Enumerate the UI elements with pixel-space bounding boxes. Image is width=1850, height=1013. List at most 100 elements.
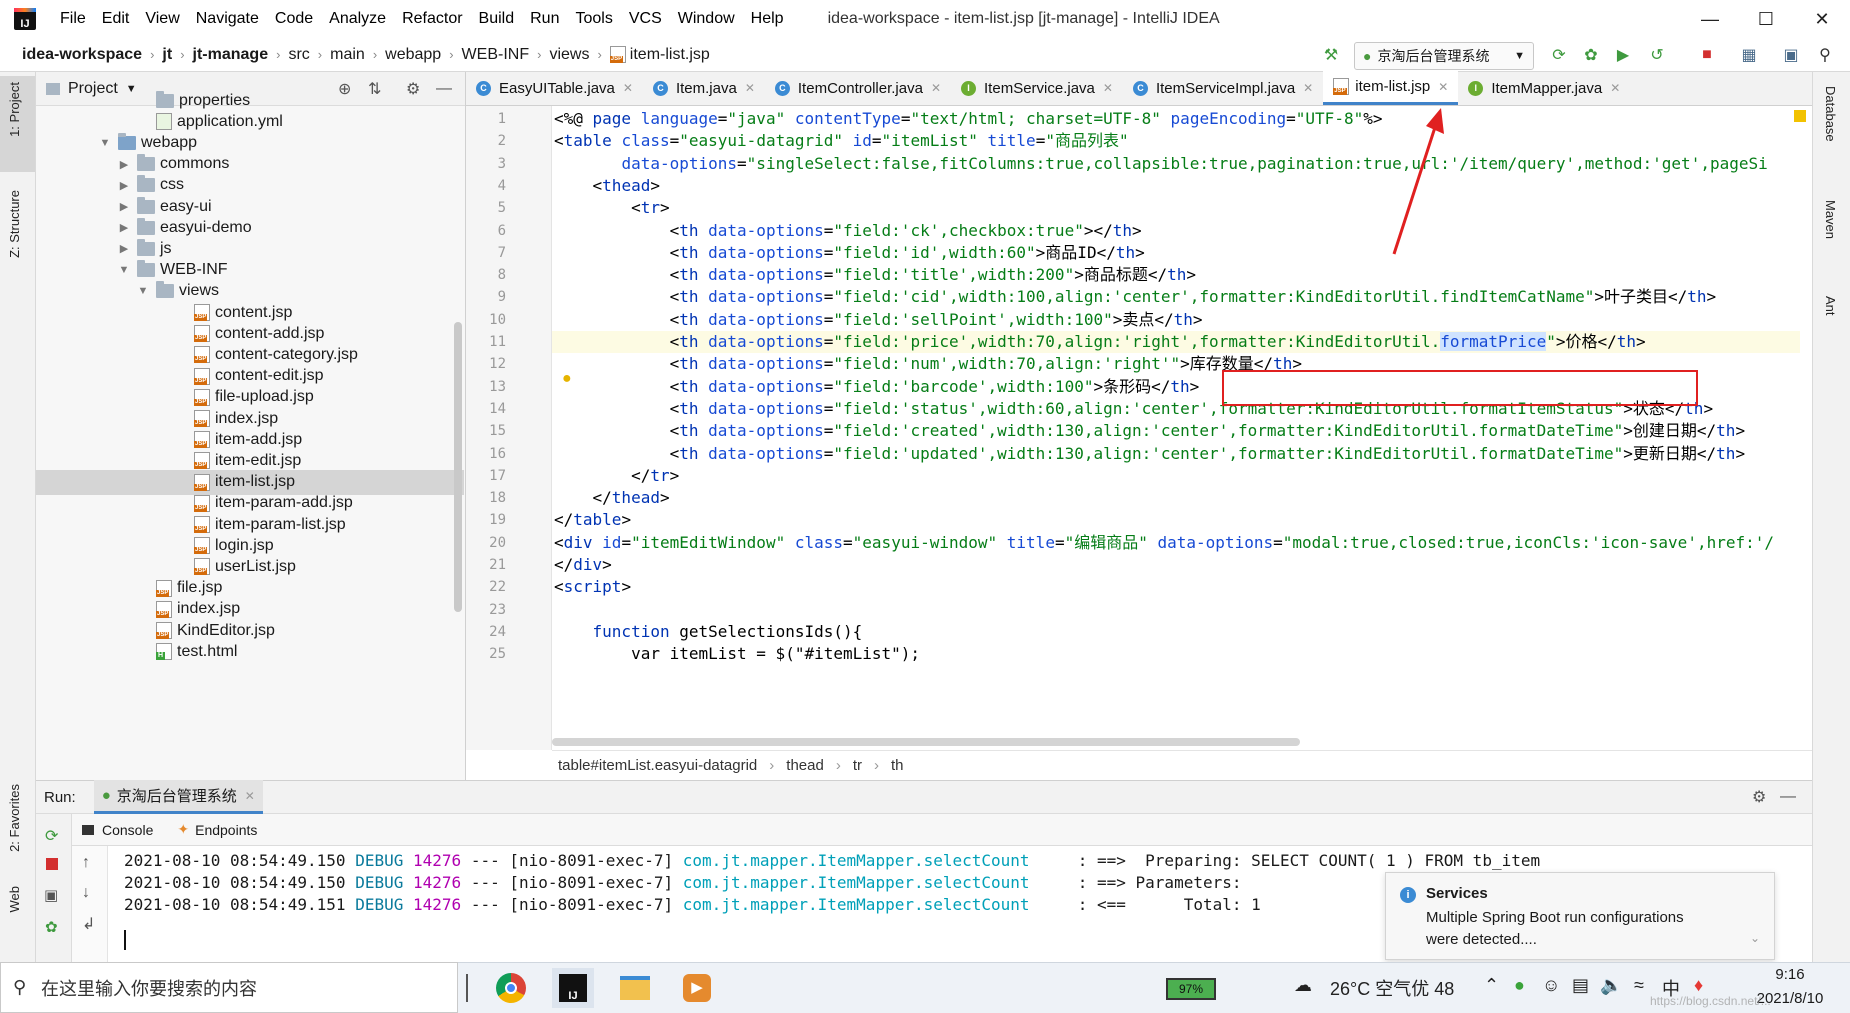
- project-structure-icon[interactable]: ▦: [1738, 44, 1760, 66]
- menu-vcs[interactable]: VCS: [621, 0, 670, 38]
- close-tab-icon[interactable]: ✕: [745, 81, 755, 95]
- file-explorer-icon[interactable]: [614, 968, 656, 1008]
- close-tab-icon[interactable]: ✕: [245, 789, 255, 803]
- breadcrumb-item[interactable]: idea-workspace: [22, 46, 144, 64]
- debug-icon[interactable]: ✿: [1580, 44, 1602, 66]
- editor-tab[interactable]: C ItemController.java ✕: [765, 71, 951, 105]
- run-config-dropdown[interactable]: ● 京淘后台管理系统 ▼: [1354, 42, 1534, 70]
- collapse-arrow-icon[interactable]: ▶: [117, 158, 131, 171]
- editor-tab[interactable]: C EasyUITable.java ✕: [466, 71, 643, 105]
- rerun-icon[interactable]: ⟳: [45, 826, 58, 846]
- ant-tool-tab[interactable]: Ant: [1823, 296, 1838, 316]
- close-tab-icon[interactable]: ✕: [931, 81, 941, 95]
- profile-icon[interactable]: ↺: [1646, 44, 1668, 66]
- database-tool-tab[interactable]: Database: [1823, 86, 1838, 142]
- expand-arrow-icon[interactable]: ▼: [117, 264, 131, 276]
- collapse-arrow-icon[interactable]: ▶: [117, 200, 131, 213]
- favorites-tool-tab[interactable]: 2: Favorites: [0, 780, 35, 876]
- structure-tool-tab[interactable]: Z: Structure: [0, 184, 35, 300]
- lightbulb-icon[interactable]: ●: [562, 370, 572, 388]
- task-view-icon[interactable]: [466, 974, 468, 1002]
- project-tool-tab[interactable]: 1: Project: [0, 76, 35, 172]
- collapse-arrow-icon[interactable]: ▶: [117, 242, 131, 255]
- network-icon[interactable]: ▤: [1572, 975, 1589, 996]
- breadcrumb-item[interactable]: item-list.jsp: [609, 46, 712, 64]
- close-tab-icon[interactable]: ✕: [1438, 80, 1448, 94]
- breadcrumb-item[interactable]: main: [330, 46, 367, 64]
- stop-icon[interactable]: [46, 858, 58, 870]
- editor-tab[interactable]: C ItemServiceImpl.java ✕: [1123, 71, 1323, 105]
- build-hammer-icon[interactable]: ⚒: [1320, 44, 1342, 66]
- tree-item[interactable]: test.html: [36, 639, 464, 664]
- menu-run[interactable]: Run: [522, 0, 567, 38]
- close-tab-icon[interactable]: ✕: [623, 81, 633, 95]
- expand-arrow-icon[interactable]: ▼: [136, 285, 150, 297]
- menu-help[interactable]: Help: [743, 0, 792, 38]
- chevron-down-icon[interactable]: ⌄: [1750, 931, 1760, 945]
- close-tab-icon[interactable]: ✕: [1303, 81, 1313, 95]
- intellij-taskbar-icon[interactable]: IJ: [552, 968, 594, 1008]
- arrow-up-icon[interactable]: ↑: [82, 854, 90, 872]
- antivirus-icon[interactable]: ♦: [1694, 975, 1703, 996]
- menu-code[interactable]: Code: [267, 0, 321, 38]
- breadcrumb-item[interactable]: jt-manage: [193, 46, 271, 64]
- expand-arrow-icon[interactable]: ▼: [98, 137, 112, 149]
- breadcrumb-item[interactable]: src: [288, 46, 311, 64]
- close-tab-icon[interactable]: ✕: [1103, 81, 1113, 95]
- tree-scrollbar[interactable]: [454, 322, 462, 612]
- editor-horizontal-scrollbar[interactable]: [552, 738, 1300, 746]
- chrome-icon[interactable]: [490, 968, 532, 1008]
- menu-file[interactable]: File: [52, 0, 94, 38]
- restore-layout-icon[interactable]: ✿: [45, 918, 58, 936]
- editor-breadcrumb-item[interactable]: tr: [853, 757, 862, 774]
- code-editor[interactable]: <%@ page language="java" contentType="te…: [552, 106, 1800, 750]
- maximize-icon[interactable]: ☐: [1738, 0, 1794, 38]
- hide-icon[interactable]: —: [1780, 788, 1796, 806]
- menu-view[interactable]: View: [137, 0, 187, 38]
- editor-tab[interactable]: item-list.jsp ✕: [1323, 71, 1459, 105]
- qq-icon[interactable]: ☺: [1542, 975, 1560, 996]
- search-icon[interactable]: ⚲: [1814, 44, 1836, 66]
- endpoints-tab[interactable]: ✦ Endpoints: [177, 821, 257, 838]
- gear-icon[interactable]: ⚙: [1752, 787, 1766, 807]
- breadcrumb-item[interactable]: views: [549, 46, 591, 64]
- minimize-icon[interactable]: —: [1682, 0, 1738, 38]
- services-notification[interactable]: i Services Multiple Spring Boot run conf…: [1385, 872, 1775, 960]
- maven-tool-tab[interactable]: Maven: [1823, 200, 1838, 239]
- breadcrumb-item[interactable]: WEB-INF: [462, 46, 532, 64]
- editor-tab[interactable]: I ItemMapper.java ✕: [1458, 71, 1630, 105]
- menu-window[interactable]: Window: [670, 0, 743, 38]
- weather-text[interactable]: 26°C 空气优 48: [1330, 975, 1454, 1001]
- editor-breadcrumb-item[interactable]: table#itemList.easyui-datagrid: [558, 757, 757, 774]
- menu-analyze[interactable]: Analyze: [321, 0, 394, 38]
- breadcrumb-item[interactable]: webapp: [385, 46, 443, 64]
- run-config-tab[interactable]: ● 京淘后台管理系统 ✕: [93, 780, 263, 814]
- editor-tab[interactable]: I ItemService.java ✕: [951, 71, 1123, 105]
- menu-tools[interactable]: Tools: [567, 0, 620, 38]
- tray-expand-icon[interactable]: ⌃: [1484, 975, 1499, 996]
- menu-refactor[interactable]: Refactor: [394, 0, 470, 38]
- editor-breadcrumb-item[interactable]: th: [891, 757, 904, 774]
- camera-icon[interactable]: ▣: [44, 886, 58, 904]
- inspection-status-icon[interactable]: [1794, 110, 1806, 122]
- close-tab-icon[interactable]: ✕: [1610, 81, 1620, 95]
- media-app-icon[interactable]: ▶: [676, 968, 718, 1008]
- editor-tab[interactable]: C Item.java ✕: [643, 71, 765, 105]
- web-tool-tab[interactable]: Web: [0, 882, 35, 952]
- soft-wrap-icon[interactable]: ↲: [82, 914, 95, 934]
- rerun-icon[interactable]: ⟳: [1548, 44, 1570, 66]
- console-tab[interactable]: Console: [82, 822, 153, 838]
- clock-time[interactable]: 9:16: [1760, 966, 1820, 983]
- battery-indicator[interactable]: 97%: [1166, 978, 1216, 1000]
- wechat-icon[interactable]: ●: [1514, 975, 1525, 996]
- coverage-icon[interactable]: ▶: [1612, 44, 1634, 66]
- wifi-icon[interactable]: ≈: [1634, 975, 1644, 996]
- stop-icon[interactable]: ■: [1696, 44, 1718, 66]
- breadcrumb-item[interactable]: jt: [162, 46, 174, 64]
- collapse-arrow-icon[interactable]: ▶: [117, 179, 131, 192]
- menu-edit[interactable]: Edit: [94, 0, 138, 38]
- editor-breadcrumb-item[interactable]: thead: [786, 757, 824, 774]
- taskbar-search-input[interactable]: ⚲ 在这里输入你要搜索的内容: [0, 962, 458, 1013]
- terminal-icon[interactable]: ▣: [1780, 44, 1802, 66]
- menu-navigate[interactable]: Navigate: [188, 0, 267, 38]
